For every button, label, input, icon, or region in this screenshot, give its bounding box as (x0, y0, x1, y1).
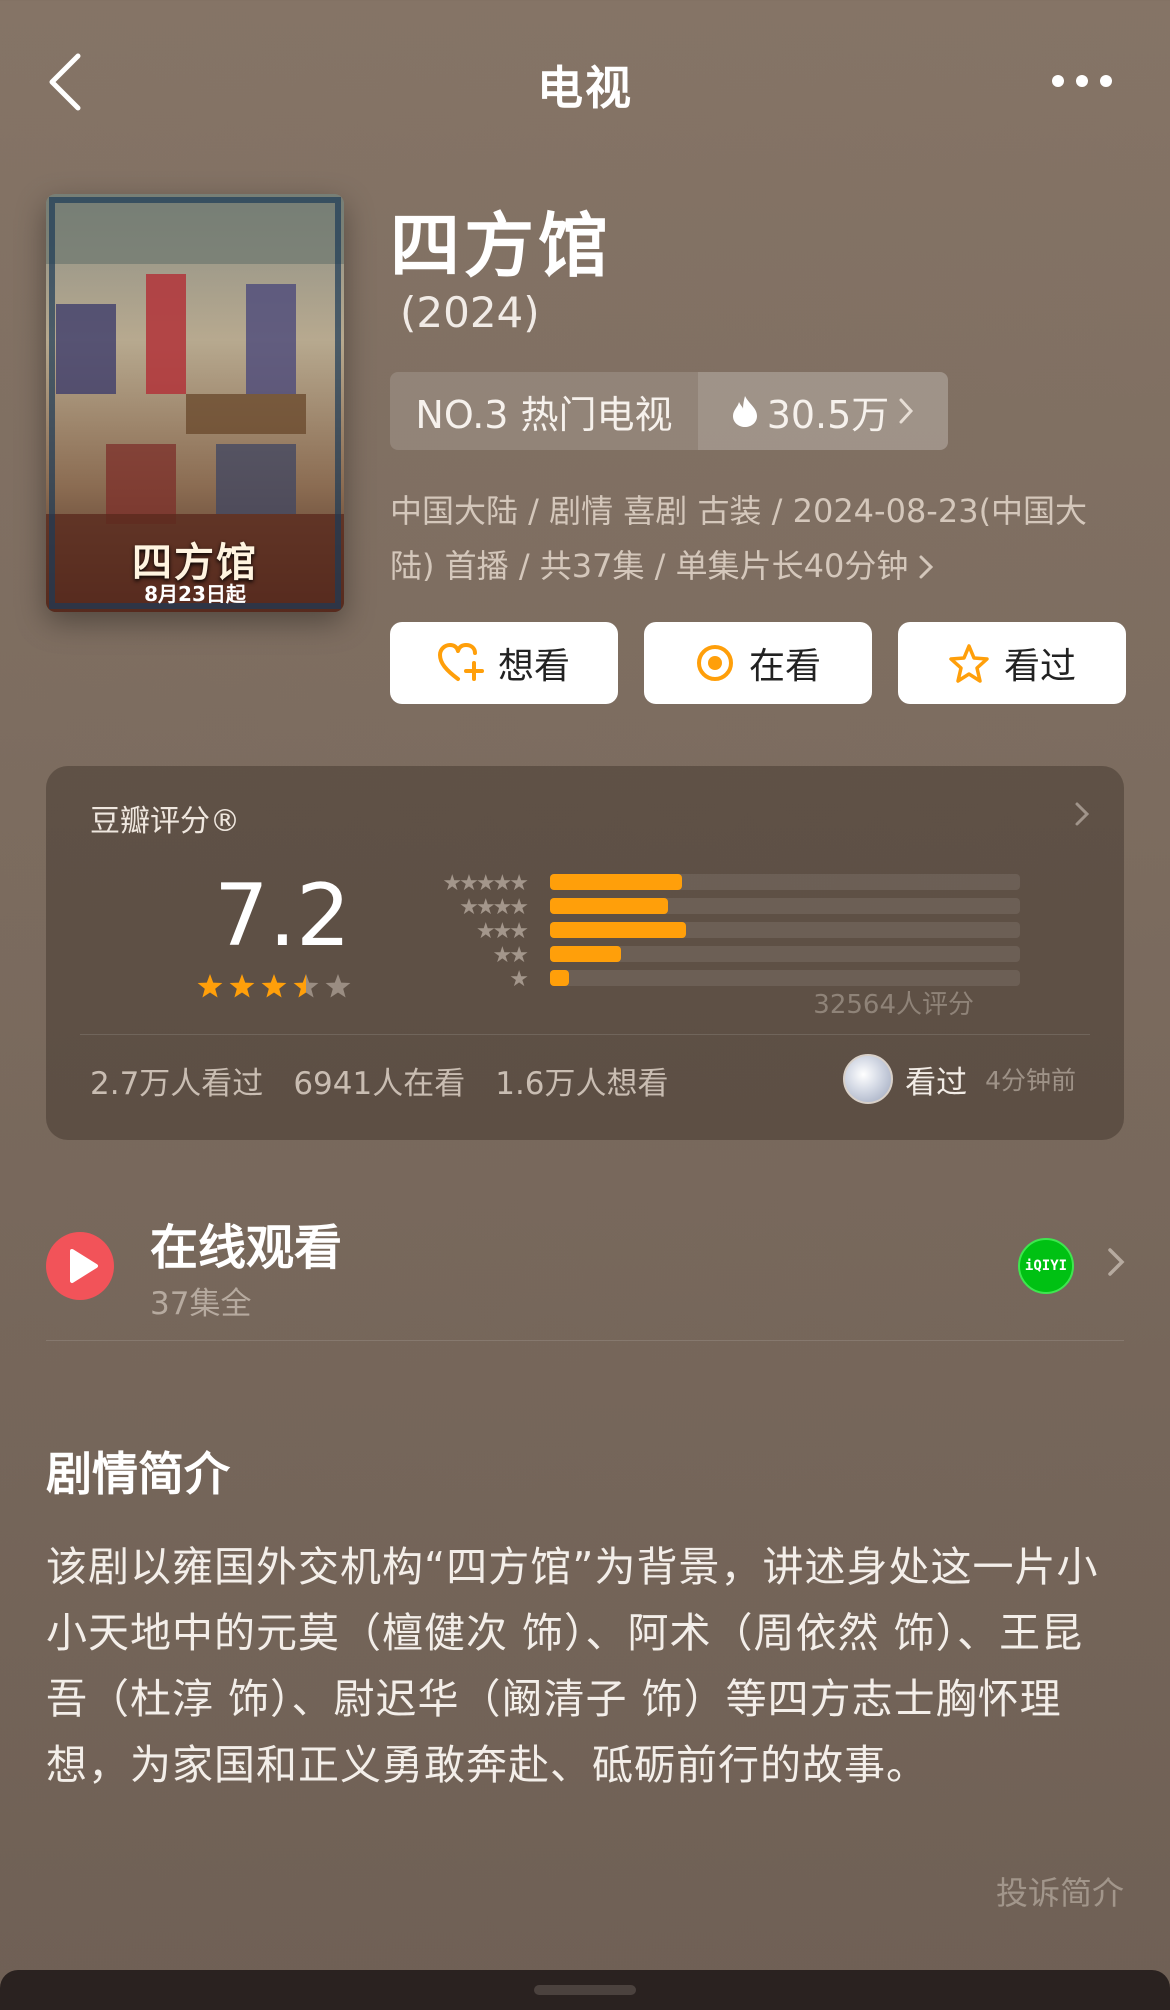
rating-bar-track (550, 922, 1020, 938)
heat-value: 30.5万 (766, 392, 890, 437)
poster-date-text: 8月23日起 (144, 582, 246, 606)
poster-image[interactable]: 四方馆 8月23日起 (46, 194, 344, 612)
iqiyi-icon[interactable]: iQIYI (1018, 1238, 1074, 1294)
rating-star-icon (293, 974, 319, 998)
page-title: 电视 (537, 61, 633, 115)
online-watch-title[interactable]: 在线观看 (150, 1208, 342, 1278)
synopsis-text: 该剧以雍国外交机构“四方馆”为背景，讲述身处这一片小小天地中的元莫（檀健次 饰）… (46, 1543, 1099, 1789)
meta-line-1: 中国大陆 / 剧情 喜剧 古装 / 2024-08-23(中国大 (390, 492, 1088, 530)
card-divider (80, 1034, 1090, 1035)
rating-bar-row: ★★★ (386, 918, 1020, 944)
rating-bar-stars: ★★ (492, 943, 529, 968)
rating-bar-track (550, 874, 1020, 890)
meta-chevron-icon (919, 555, 934, 578)
iqiyi-logo-text: iQIYI (1024, 1258, 1068, 1274)
rating-distribution: ★★★★★ ★★★★ ★★★ ★★ ★ (386, 870, 1020, 992)
report-synopsis-link[interactable]: 投诉简介 (996, 1868, 1124, 1914)
rating-card[interactable]: 豆瓣评分® 7.2 ★★★★★ ★★★★ ★★★ ★★ ★ 32564人评分 2.7万人… (46, 766, 1124, 1140)
rating-bar-stars: ★★★★★ (442, 871, 529, 896)
watched-button[interactable]: 看过 (898, 622, 1126, 704)
show-title: 四方馆 (390, 205, 612, 287)
show-year: (2024) (400, 288, 540, 337)
rank-badge[interactable]: NO.3 热门电视 30.5万 (390, 372, 948, 450)
rating-bar-track (550, 898, 1020, 914)
show-meta[interactable]: 中国大陆 / 剧情 喜剧 古装 / 2024-08-23(中国大 陆) 首播 /… (390, 484, 1130, 594)
flame-icon (732, 396, 757, 427)
action-buttons: 想看 在看 看过 (390, 622, 1126, 704)
watching-button[interactable]: 在看 (644, 622, 872, 704)
synopsis-title: 剧情简介 (46, 1447, 230, 1501)
want-to-watch-label: 想看 (497, 646, 570, 687)
stat-watched: 2.7万人看过 (90, 1066, 264, 1102)
watch-stats: 2.7万人看过 6941人在看 1.6万人想看 (90, 1058, 669, 1103)
rating-chevron-icon[interactable] (1074, 800, 1090, 828)
play-icon[interactable] (46, 1232, 114, 1300)
rating-score: 7.2 (214, 866, 351, 966)
want-to-watch-button[interactable]: 想看 (390, 622, 618, 704)
more-icon[interactable] (1050, 68, 1114, 94)
rating-bar-fill (550, 922, 687, 938)
rating-bar-row: ★★★★★ (386, 870, 1020, 896)
rating-count: 32564人评分 (813, 990, 974, 1020)
chevron-right-icon (899, 398, 914, 424)
rating-bar-fill (550, 898, 668, 914)
rating-bar-fill (550, 946, 621, 962)
recent-activity[interactable]: 看过 4分钟前 (843, 1054, 1076, 1104)
rating-bar-track (550, 946, 1020, 962)
rank-label: NO.3 热门电视 (415, 392, 673, 437)
rating-bar-row: ★★ (386, 942, 1020, 968)
stat-want: 1.6万人想看 (495, 1066, 669, 1102)
rating-bar-row: ★★★★ (386, 894, 1020, 920)
rating-bar-stars: ★★★ (475, 919, 529, 944)
rating-bar-stars: ★ (509, 967, 529, 992)
online-chevron-icon[interactable] (1106, 1246, 1126, 1278)
rating-bar-fill (550, 970, 569, 986)
watched-label: 看过 (1003, 646, 1076, 687)
heart-plus-icon (437, 643, 484, 681)
section-divider (46, 1340, 1124, 1341)
watching-label: 在看 (748, 646, 821, 687)
rating-bar-stars: ★★★★ (459, 895, 529, 920)
sheet-handle[interactable] (534, 1985, 636, 1995)
rating-label: 豆瓣评分® (90, 804, 240, 839)
rating-star-icon (229, 974, 255, 998)
rating-star-icon (325, 974, 351, 998)
heat-indicator[interactable]: 30.5万 (698, 372, 948, 450)
online-watch-subtitle: 37集全 (150, 1286, 252, 1322)
rating-star-icon (197, 974, 223, 998)
rating-star-icon (261, 974, 287, 998)
recent-time: 4分钟前 (985, 1066, 1076, 1095)
target-icon (696, 645, 733, 681)
recent-action: 看过 (905, 1064, 968, 1101)
star-outline-icon (949, 644, 989, 683)
rating-stars (197, 974, 351, 998)
rating-bar-fill (550, 874, 682, 890)
stat-watching: 6941人在看 (293, 1066, 466, 1102)
meta-line-2: 陆) 首播 / 共37集 / 单集片长40分钟 (390, 547, 909, 585)
avatar (843, 1054, 894, 1104)
